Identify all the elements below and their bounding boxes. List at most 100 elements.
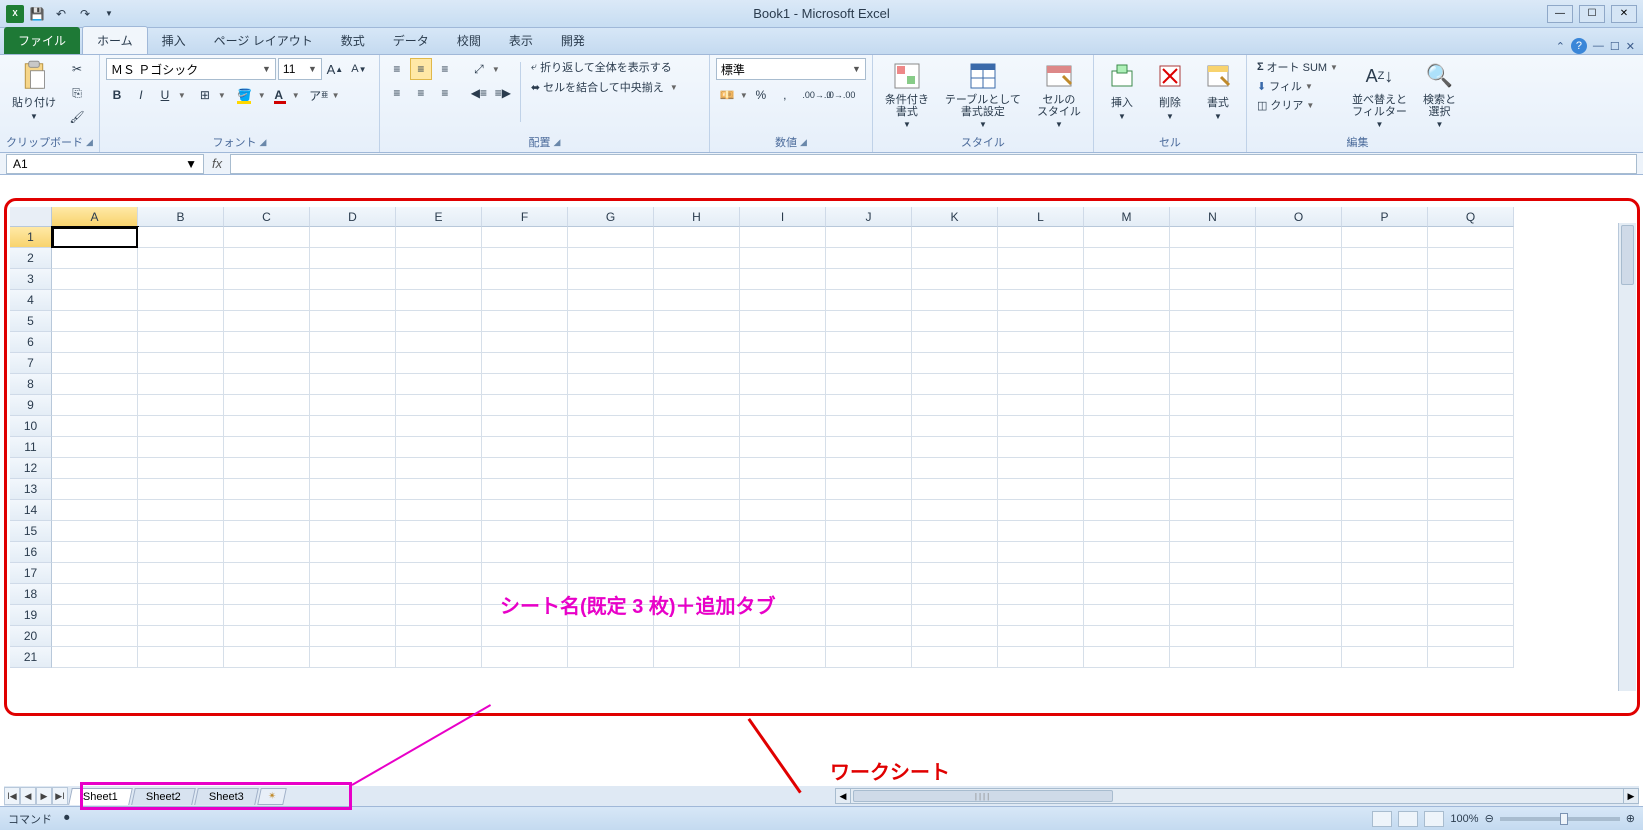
cell[interactable]: [826, 647, 912, 668]
cell[interactable]: [1084, 395, 1170, 416]
cell[interactable]: [912, 374, 998, 395]
row-header[interactable]: 5: [10, 311, 52, 332]
cell[interactable]: [654, 290, 740, 311]
cell[interactable]: [138, 563, 224, 584]
zoom-slider[interactable]: [1500, 817, 1620, 821]
cell[interactable]: [1084, 437, 1170, 458]
cell[interactable]: [1342, 269, 1428, 290]
cell[interactable]: [740, 374, 826, 395]
italic-button[interactable]: I: [130, 84, 152, 106]
cell[interactable]: [310, 479, 396, 500]
row-header[interactable]: 18: [10, 584, 52, 605]
cell[interactable]: [310, 311, 396, 332]
cell[interactable]: [138, 290, 224, 311]
cell[interactable]: [568, 353, 654, 374]
row-header[interactable]: 1: [10, 227, 52, 248]
cell[interactable]: [826, 227, 912, 248]
cell[interactable]: [1428, 458, 1514, 479]
row-header[interactable]: 15: [10, 521, 52, 542]
cell[interactable]: [1170, 374, 1256, 395]
cell[interactable]: [1342, 458, 1428, 479]
cell[interactable]: [1084, 626, 1170, 647]
cell[interactable]: [1256, 374, 1342, 395]
cell[interactable]: [1428, 626, 1514, 647]
underline-dropdown-icon[interactable]: ▼: [178, 91, 186, 100]
cell[interactable]: [568, 395, 654, 416]
column-header[interactable]: D: [310, 207, 396, 227]
cell[interactable]: [138, 332, 224, 353]
cell[interactable]: [224, 542, 310, 563]
cell[interactable]: [1342, 584, 1428, 605]
cell[interactable]: [654, 458, 740, 479]
sheet-tab-3[interactable]: Sheet3: [194, 788, 258, 805]
cell[interactable]: [740, 395, 826, 416]
cell[interactable]: [52, 542, 138, 563]
cell[interactable]: [224, 353, 310, 374]
cell[interactable]: [1084, 416, 1170, 437]
cell[interactable]: [1170, 500, 1256, 521]
cell[interactable]: [1170, 626, 1256, 647]
cell[interactable]: [1084, 290, 1170, 311]
cell[interactable]: [1428, 605, 1514, 626]
cell[interactable]: [482, 227, 568, 248]
align-left-icon[interactable]: ≡: [386, 82, 408, 104]
cell[interactable]: [310, 584, 396, 605]
format-painter-icon[interactable]: 🖌: [66, 106, 88, 128]
cell[interactable]: [52, 374, 138, 395]
column-header[interactable]: O: [1256, 207, 1342, 227]
alignment-dialog-launcher-icon[interactable]: ◢: [553, 137, 560, 148]
cell[interactable]: [568, 626, 654, 647]
cell[interactable]: [912, 521, 998, 542]
cell[interactable]: [568, 437, 654, 458]
cell[interactable]: [1428, 479, 1514, 500]
cell[interactable]: [654, 353, 740, 374]
zoom-level[interactable]: 100%: [1450, 813, 1478, 825]
cell[interactable]: [912, 542, 998, 563]
macro-record-icon[interactable]: ⏺: [64, 812, 70, 825]
cell[interactable]: [826, 542, 912, 563]
cell[interactable]: [826, 479, 912, 500]
align-middle-icon[interactable]: ≡: [410, 58, 432, 80]
cell[interactable]: [224, 500, 310, 521]
cell[interactable]: [998, 626, 1084, 647]
cell[interactable]: [396, 458, 482, 479]
cell[interactable]: [1342, 542, 1428, 563]
cell[interactable]: [1256, 395, 1342, 416]
cell[interactable]: [740, 332, 826, 353]
cell[interactable]: [1170, 563, 1256, 584]
cell[interactable]: [912, 332, 998, 353]
cell[interactable]: [482, 395, 568, 416]
cell[interactable]: [1256, 290, 1342, 311]
cell[interactable]: [740, 479, 826, 500]
cell[interactable]: [1084, 353, 1170, 374]
cell[interactable]: [396, 374, 482, 395]
cell[interactable]: [740, 290, 826, 311]
column-header[interactable]: Q: [1428, 207, 1514, 227]
format-as-table-button[interactable]: テーブルとして 書式設定▼: [939, 58, 1027, 131]
cell[interactable]: [1170, 353, 1256, 374]
cell[interactable]: [1084, 227, 1170, 248]
cell[interactable]: [654, 542, 740, 563]
cell[interactable]: [138, 227, 224, 248]
cell[interactable]: [1084, 584, 1170, 605]
cell[interactable]: [1256, 458, 1342, 479]
cell[interactable]: [310, 248, 396, 269]
cell[interactable]: [912, 311, 998, 332]
cell[interactable]: [1084, 542, 1170, 563]
cell[interactable]: [396, 248, 482, 269]
cell[interactable]: [138, 584, 224, 605]
cell[interactable]: [654, 479, 740, 500]
cell[interactable]: [138, 647, 224, 668]
cell[interactable]: [1342, 626, 1428, 647]
cell[interactable]: [740, 416, 826, 437]
cell[interactable]: [1170, 479, 1256, 500]
cell[interactable]: [1170, 416, 1256, 437]
cell[interactable]: [224, 269, 310, 290]
cell[interactable]: [912, 563, 998, 584]
tab-developer[interactable]: 開発: [547, 27, 599, 54]
cell[interactable]: [1428, 563, 1514, 584]
column-header[interactable]: G: [568, 207, 654, 227]
cell[interactable]: [1084, 563, 1170, 584]
cell[interactable]: [1170, 521, 1256, 542]
increase-font-icon[interactable]: A▲: [324, 58, 346, 80]
